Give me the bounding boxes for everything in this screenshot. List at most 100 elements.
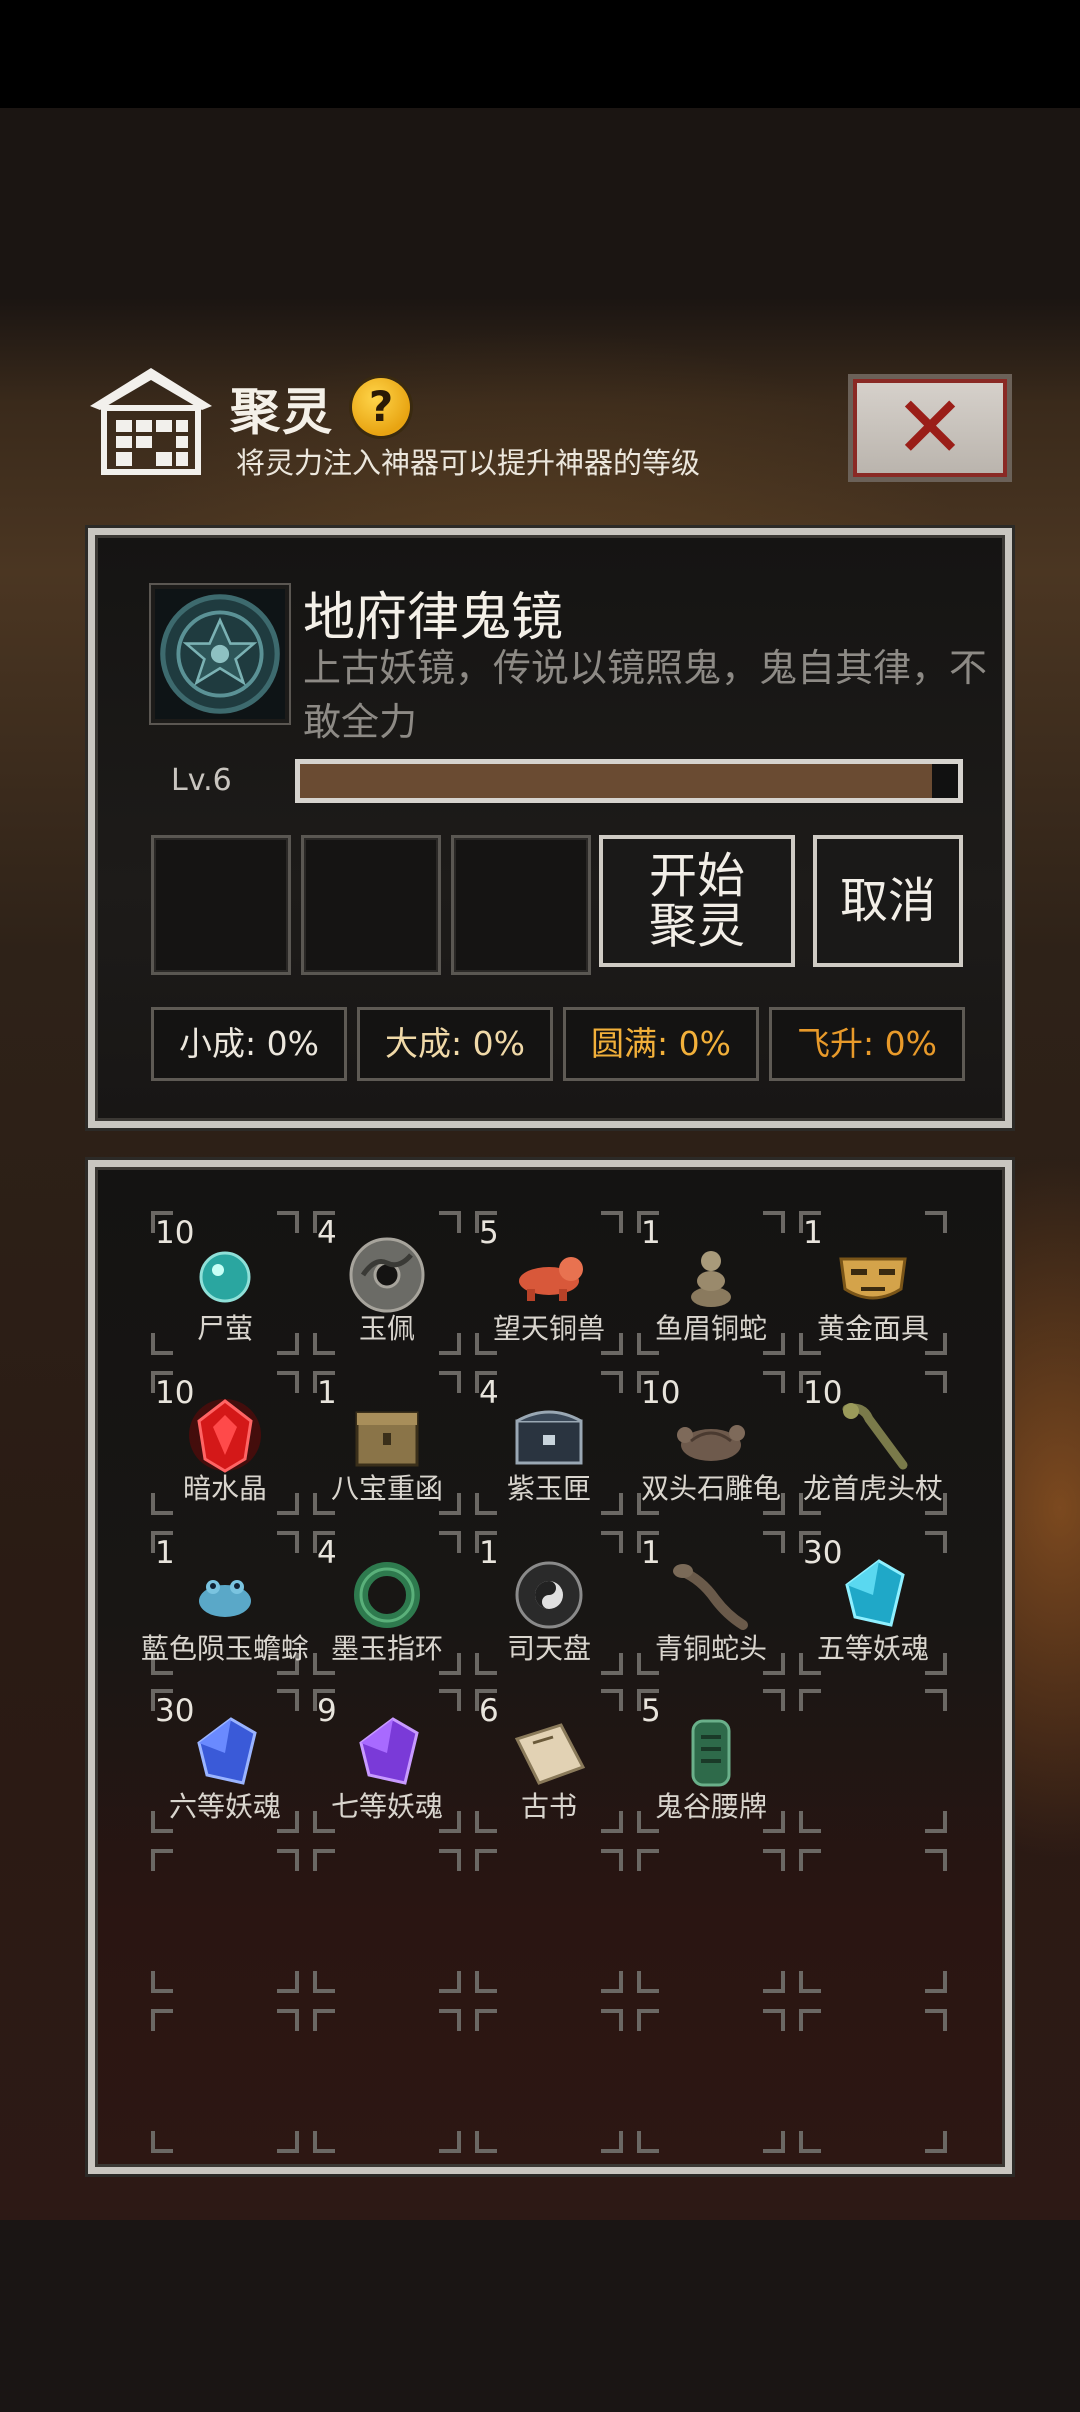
start-gather-button[interactable]: 开始聚灵 xyxy=(599,835,795,967)
artifact-level: Lv.6 xyxy=(171,763,232,798)
item-count: 1 xyxy=(479,1535,499,1571)
slot-corner xyxy=(439,1971,461,1993)
empty-inventory-slot[interactable] xyxy=(313,2009,461,2153)
slot-corner xyxy=(277,1849,299,1871)
teal-orb-icon xyxy=(199,1251,251,1303)
item-name: 鱼眉铜蛇 xyxy=(654,1312,767,1345)
inventory-item[interactable]: 30 六等妖魂 xyxy=(151,1689,299,1833)
empty-inventory-slot[interactable] xyxy=(313,1849,461,1993)
item-count: 1 xyxy=(317,1375,337,1411)
slot-corner xyxy=(799,1811,821,1833)
cyan-soul-gem-icon xyxy=(845,1559,905,1627)
slot-corner xyxy=(313,2131,335,2153)
empty-inventory-slot[interactable] xyxy=(799,1849,947,1993)
inventory-item[interactable]: 1 青铜蛇头 xyxy=(637,1531,785,1675)
slot-corner xyxy=(799,1971,821,1993)
slot-corner xyxy=(439,2009,461,2031)
slot-corner xyxy=(475,2009,497,2031)
artifact-panel: 地府律鬼镜 上古妖镜，传说以镜照鬼，鬼自其律，不敢全力 Lv.6 开始聚灵 取消… xyxy=(88,528,1012,1128)
slot-corner xyxy=(763,1371,785,1393)
empty-inventory-slot[interactable] xyxy=(475,1849,623,1993)
item-name: 藍色陨玉蟾蜍 xyxy=(140,1632,309,1665)
close-button[interactable]: ✕ xyxy=(848,374,1012,482)
inventory-item[interactable]: 6 古书 xyxy=(475,1689,623,1833)
artifact-name: 地府律鬼镜 xyxy=(303,588,564,648)
bronze-snakehead-icon xyxy=(673,1564,748,1630)
item-name: 紫玉匣 xyxy=(506,1472,591,1505)
slot-corner xyxy=(151,1849,173,1871)
slot-corner xyxy=(601,2131,623,2153)
inventory-item[interactable]: 1 鱼眉铜蛇 xyxy=(637,1211,785,1355)
empty-inventory-slot[interactable] xyxy=(475,2009,623,2153)
inventory-item[interactable]: 4 墨玉指环 xyxy=(313,1531,461,1675)
slot-corner xyxy=(763,1689,785,1711)
item-count: 6 xyxy=(479,1693,499,1729)
inventory-item[interactable]: 1 八宝重函 xyxy=(313,1371,461,1515)
inventory-item[interactable]: 10 尸萤 xyxy=(151,1211,299,1355)
empty-inventory-slot[interactable] xyxy=(637,1849,785,1993)
dragon-staff-icon xyxy=(842,1403,908,1470)
navigation-bar xyxy=(0,2220,1080,2412)
inventory-item[interactable]: 1 黄金面具 xyxy=(799,1211,947,1355)
empty-inventory-slot[interactable] xyxy=(637,2009,785,2153)
material-slot-2[interactable] xyxy=(301,835,441,975)
material-slot-1[interactable] xyxy=(151,835,291,975)
slot-corner xyxy=(277,2131,299,2153)
slot-corner xyxy=(637,1971,659,1993)
item-name: 龙首虎头杖 xyxy=(802,1472,943,1505)
slot-corner xyxy=(151,2131,173,2153)
inventory-item[interactable]: 5 望天铜兽 xyxy=(475,1211,623,1355)
inventory-item[interactable]: 1 司天盘 xyxy=(475,1531,623,1675)
empty-inventory-slot[interactable] xyxy=(151,1849,299,1993)
item-name: 鬼谷腰牌 xyxy=(654,1790,767,1823)
cancel-button[interactable]: 取消 xyxy=(813,835,963,967)
slot-corner xyxy=(601,1531,623,1553)
inventory-item[interactable]: 10 龙首虎头杖 xyxy=(799,1371,947,1515)
slot-corner xyxy=(475,1849,497,1871)
slot-corner xyxy=(763,1971,785,1993)
inventory-item[interactable]: 30 五等妖魂 xyxy=(799,1531,947,1675)
item-name: 望天铜兽 xyxy=(492,1312,605,1345)
blue-soul-gem-icon xyxy=(197,1717,257,1785)
page-subtitle: 将灵力注入神器可以提升神器的等级 xyxy=(236,446,701,480)
inventory-item[interactable]: 9 七等妖魂 xyxy=(313,1689,461,1833)
slot-corner xyxy=(313,1849,335,1871)
inventory-item[interactable]: 10 暗水晶 xyxy=(151,1371,299,1515)
inventory-item[interactable]: 1 藍色陨玉蟾蜍 xyxy=(141,1531,309,1675)
inventory-item[interactable]: 10 双头石雕龟 xyxy=(637,1371,785,1515)
slot-corner xyxy=(151,1971,173,1993)
status-bar xyxy=(0,0,1080,108)
item-name: 司天盘 xyxy=(506,1632,591,1665)
jade-ring-icon xyxy=(354,1562,420,1628)
empty-inventory-slot[interactable] xyxy=(151,2009,299,2153)
start-gather-label: 开始聚灵 xyxy=(648,848,745,954)
item-count: 4 xyxy=(479,1375,499,1411)
slot-corner xyxy=(151,2009,173,2031)
item-name: 五等妖魂 xyxy=(816,1632,929,1665)
inventory-panel: 10 尸萤 4 玉佩 5 望天铜兽 1 鱼眉铜蛇 1 黄金面具 10 暗水晶 1 八宝重函 4 紫玉匣 10 双头… xyxy=(88,1160,1012,2174)
slot-corner xyxy=(799,1849,821,1871)
item-count: 4 xyxy=(317,1215,337,1251)
item-count: 1 xyxy=(641,1215,661,1251)
red-crystal-icon xyxy=(189,1399,261,1473)
item-name: 双头石雕龟 xyxy=(640,1472,781,1505)
slot-corner xyxy=(925,1531,947,1553)
item-name: 墨玉指环 xyxy=(330,1632,443,1665)
slot-corner xyxy=(763,1531,785,1553)
close-icon: ✕ xyxy=(893,378,967,478)
slot-corner xyxy=(763,2009,785,2031)
home-icon xyxy=(90,368,212,475)
item-name: 六等妖魂 xyxy=(168,1790,281,1823)
empty-inventory-slot[interactable] xyxy=(799,2009,947,2153)
slot-corner xyxy=(601,1211,623,1233)
inventory-item[interactable]: 4 玉佩 xyxy=(313,1211,461,1355)
material-slot-3[interactable] xyxy=(451,835,591,975)
help-icon[interactable]: ? xyxy=(352,378,410,436)
slot-corner xyxy=(925,1849,947,1871)
inventory-item[interactable]: 5 鬼谷腰牌 xyxy=(637,1689,785,1833)
empty-inventory-slot[interactable] xyxy=(799,1689,947,1833)
slot-corner xyxy=(277,1971,299,1993)
slot-corner xyxy=(601,1689,623,1711)
inventory-item[interactable]: 4 紫玉匣 xyxy=(475,1371,623,1515)
stage-major: 大成: 0% xyxy=(357,1007,553,1081)
